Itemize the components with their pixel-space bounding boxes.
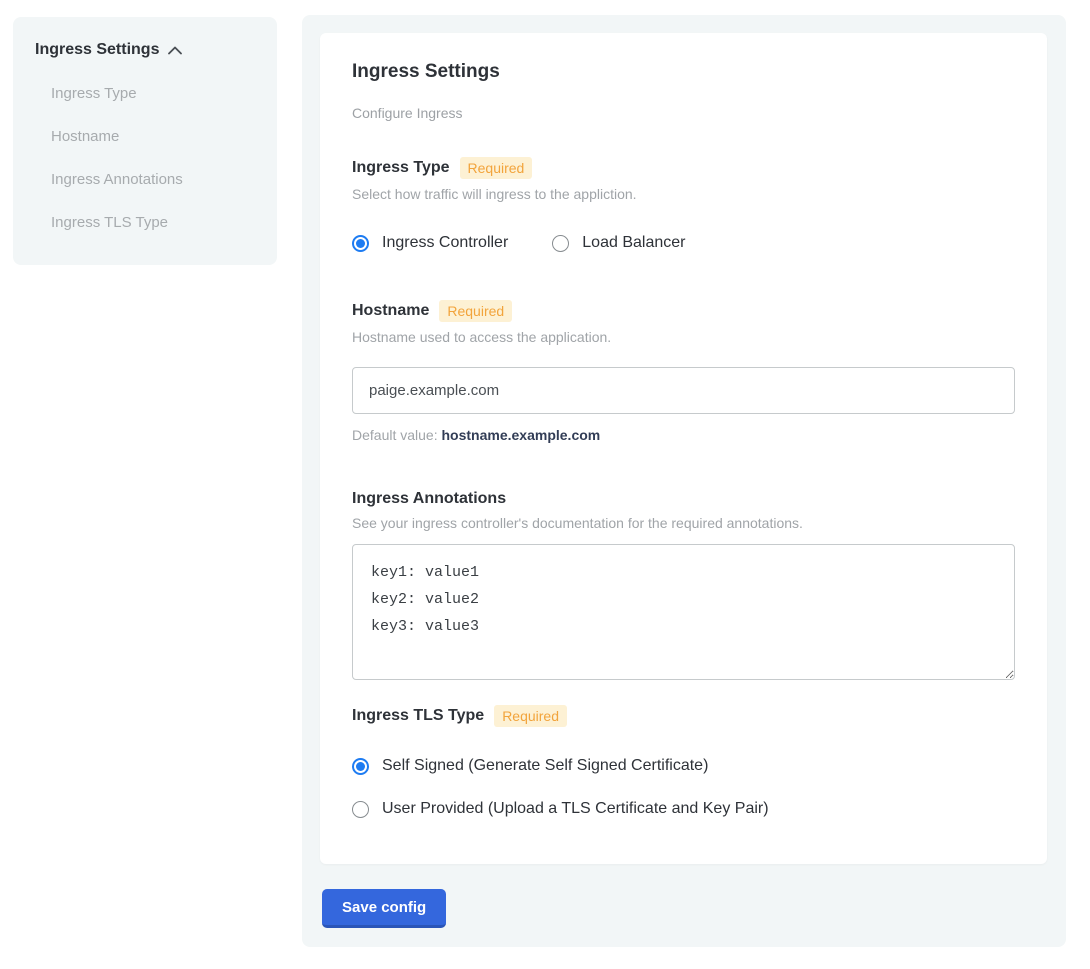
radio-icon[interactable] [352,758,369,775]
required-badge: Required [494,705,567,727]
ingress-type-help: Select how traffic will ingress to the a… [352,186,1015,202]
radio-icon[interactable] [352,801,369,818]
default-value-text: hostname.example.com [442,427,601,443]
config-nav-sidebar: Ingress Settings Ingress Type Hostname I… [13,17,277,265]
hostname-label: Hostname [352,302,429,320]
section-ingress-annotations: Ingress Annotations See your ingress con… [352,490,1015,685]
radio-option-ingress-controller[interactable]: Ingress Controller [352,234,508,252]
annotations-textarea[interactable]: key1: value1 key2: value2 key3: value3 [352,544,1015,680]
tls-type-radio-group: Self Signed (Generate Self Signed Certif… [352,757,1015,818]
radio-label: Load Balancer [582,234,685,252]
section-ingress-type: Ingress Type Required Select how traffic… [352,157,1015,252]
save-config-button[interactable]: Save config [322,889,446,928]
annotations-label: Ingress Annotations [352,490,506,508]
radio-icon[interactable] [552,235,569,252]
required-badge: Required [439,300,512,322]
annotations-help: See your ingress controller's documentat… [352,515,1015,531]
hostname-input[interactable] [352,367,1015,414]
radio-label: Self Signed (Generate Self Signed Certif… [382,757,708,775]
config-card: Ingress Settings Configure Ingress Ingre… [320,33,1047,864]
tls-type-label: Ingress TLS Type [352,707,484,725]
sidebar-item-list: Ingress Type Hostname Ingress Annotation… [35,85,255,231]
ingress-type-radio-group: Ingress Controller Load Balancer [352,234,1015,252]
section-hostname: Hostname Required Hostname used to acces… [352,300,1015,443]
page-title: Ingress Settings [352,61,1015,83]
sidebar-group-ingress-settings[interactable]: Ingress Settings [35,41,255,59]
sidebar-item-ingress-annotations[interactable]: Ingress Annotations [51,171,255,188]
required-badge: Required [460,157,533,179]
ingress-type-label: Ingress Type [352,159,450,177]
radio-option-self-signed[interactable]: Self Signed (Generate Self Signed Certif… [352,757,1015,775]
section-ingress-tls-type: Ingress TLS Type Required Self Signed (G… [352,705,1015,818]
radio-icon[interactable] [352,235,369,252]
hostname-default-line: Default value: hostname.example.com [352,427,1015,443]
radio-option-user-provided[interactable]: User Provided (Upload a TLS Certificate … [352,800,1015,818]
sidebar-item-hostname[interactable]: Hostname [51,128,255,145]
radio-option-load-balancer[interactable]: Load Balancer [552,234,685,252]
sidebar-item-ingress-tls-type[interactable]: Ingress TLS Type [51,214,255,231]
sidebar-item-ingress-type[interactable]: Ingress Type [51,85,255,102]
chevron-up-icon [168,46,182,55]
sidebar-group-label: Ingress Settings [35,41,159,59]
hostname-help: Hostname used to access the application. [352,329,1015,345]
radio-label: User Provided (Upload a TLS Certificate … [382,800,769,818]
radio-label: Ingress Controller [382,234,508,252]
config-panel: Ingress Settings Configure Ingress Ingre… [302,15,1066,947]
page-subtitle: Configure Ingress [352,105,1015,121]
default-value-prefix: Default value: [352,427,442,443]
